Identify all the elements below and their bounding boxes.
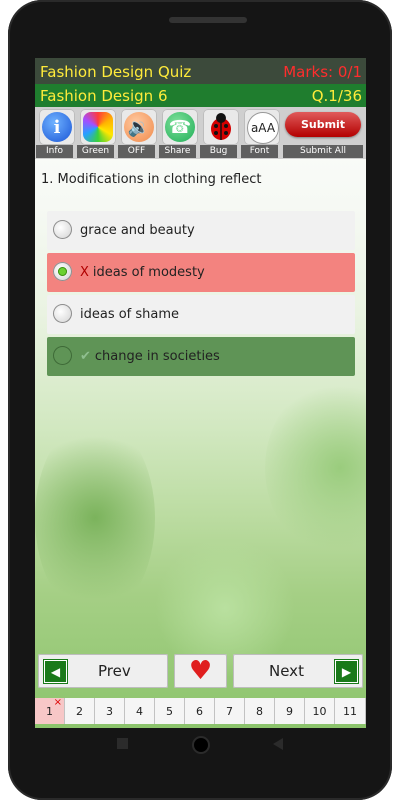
- page-item[interactable]: 5: [155, 698, 185, 724]
- heart-icon: ♥: [188, 656, 213, 686]
- submit-button[interactable]: Submit: [285, 112, 361, 137]
- sound-label: OFF: [118, 145, 155, 158]
- radio-button[interactable]: [53, 220, 72, 239]
- font-label: Font: [241, 145, 278, 158]
- speaker-icon: 🔉: [124, 112, 154, 142]
- recent-apps-button[interactable]: [117, 738, 128, 749]
- ladybug-icon: [206, 112, 236, 142]
- question-counter: Q.1/36: [311, 87, 362, 105]
- correct-mark: ✔: [80, 349, 91, 364]
- next-button[interactable]: Next ▶: [233, 654, 363, 688]
- font-size-icon: aAA: [247, 112, 279, 144]
- page-number: 8: [256, 704, 263, 718]
- prev-label: Prev: [98, 662, 131, 680]
- radio-button[interactable]: [53, 304, 72, 323]
- option-label: ideas of modesty: [92, 265, 205, 280]
- page-number: 6: [196, 704, 203, 718]
- question-text: 1. Modifications in clothing reflect: [41, 172, 262, 187]
- home-button[interactable]: [192, 736, 210, 754]
- background-blur: [265, 378, 366, 558]
- page-number: 7: [226, 704, 233, 718]
- page-item[interactable]: 2: [65, 698, 95, 724]
- page-number: 11: [343, 704, 357, 718]
- app-screen: Fashion Design Quiz Marks: 0/1 Fashion D…: [35, 58, 366, 728]
- page-item[interactable]: 10: [305, 698, 335, 724]
- page-item[interactable]: 4: [125, 698, 155, 724]
- option-d[interactable]: ✔ change in societies: [47, 337, 355, 376]
- page-item[interactable]: 9: [275, 698, 305, 724]
- option-text: Xideas of modesty: [80, 265, 205, 280]
- page-item[interactable]: 11: [335, 698, 366, 724]
- theme-button[interactable]: [80, 109, 116, 145]
- page-number: 5: [166, 704, 173, 718]
- marks-score: Marks: 0/1: [283, 63, 362, 81]
- prev-arrow-icon: ◀: [44, 660, 67, 683]
- wrong-answer-mark: ×: [53, 697, 62, 708]
- page-number: 9: [286, 704, 293, 718]
- page-item[interactable]: 6: [185, 698, 215, 724]
- sound-button[interactable]: 🔉: [121, 109, 157, 145]
- question-pagination: 1 × 2 3 4 5 6 7 8 9 10 11: [35, 697, 366, 724]
- share-button[interactable]: ☎: [162, 109, 198, 145]
- option-text: ideas of shame: [80, 307, 180, 322]
- prev-button[interactable]: ◀ Prev: [38, 654, 168, 688]
- bug-button[interactable]: [203, 109, 239, 145]
- option-c[interactable]: ideas of shame: [47, 295, 355, 334]
- radio-button[interactable]: [53, 346, 72, 365]
- color-palette-icon: [83, 112, 113, 142]
- wrong-mark: X: [80, 265, 89, 280]
- background-blur: [35, 418, 155, 618]
- page-number: 4: [136, 704, 143, 718]
- bug-label: Bug: [200, 145, 237, 158]
- page-number: 3: [106, 704, 113, 718]
- radio-selected-dot: [58, 267, 67, 276]
- option-b[interactable]: Xideas of modesty: [47, 253, 355, 292]
- page-number: 10: [312, 704, 327, 718]
- quiz-title: Fashion Design Quiz: [40, 63, 192, 81]
- page-number: 1: [46, 704, 53, 718]
- page-item[interactable]: 7: [215, 698, 245, 724]
- next-arrow-icon: ▶: [335, 660, 358, 683]
- theme-label: Green: [77, 145, 114, 158]
- submit-all-label: Submit All: [283, 145, 363, 158]
- radio-button-selected[interactable]: [53, 262, 72, 281]
- share-label: Share: [159, 145, 196, 158]
- option-a[interactable]: grace and beauty: [47, 211, 355, 250]
- info-button[interactable]: i: [39, 109, 75, 145]
- favorite-heart-button[interactable]: ♥: [174, 654, 227, 688]
- next-label: Next: [269, 662, 304, 680]
- page-number: 2: [76, 704, 83, 718]
- page-item[interactable]: 3: [95, 698, 125, 724]
- option-text: grace and beauty: [80, 223, 195, 238]
- info-label: Info: [36, 145, 73, 158]
- font-button[interactable]: aAA: [244, 109, 280, 145]
- whatsapp-icon: ☎: [165, 112, 195, 142]
- page-item[interactable]: 1 ×: [35, 697, 65, 724]
- option-label: change in societies: [94, 349, 220, 364]
- speaker-grille: [169, 17, 247, 23]
- option-text: ✔ change in societies: [80, 349, 220, 364]
- back-button[interactable]: [273, 738, 283, 750]
- quiz-subtitle: Fashion Design 6: [40, 87, 168, 105]
- info-icon: i: [42, 112, 72, 142]
- toolbar: i Info Green 🔉 OFF ☎ Share Bug aAA Font …: [35, 107, 366, 159]
- page-item[interactable]: 8: [245, 698, 275, 724]
